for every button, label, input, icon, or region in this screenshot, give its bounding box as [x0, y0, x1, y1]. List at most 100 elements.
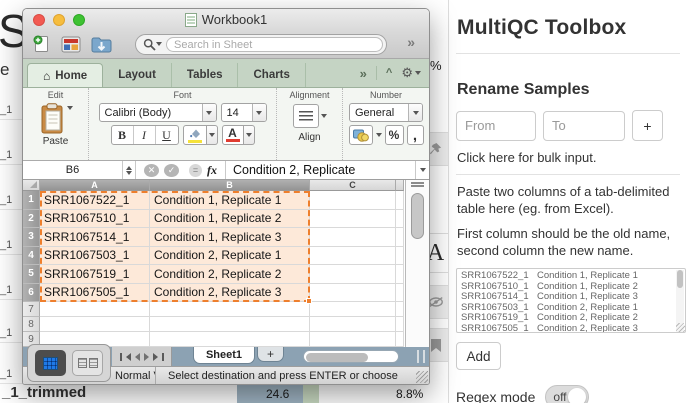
cell-c3[interactable]	[310, 228, 396, 247]
search-scope-caret-icon[interactable]	[156, 42, 162, 49]
insert-function-button[interactable]: fx	[207, 163, 217, 178]
window-resize-grip[interactable]	[416, 371, 428, 383]
previous-sheet-icon[interactable]	[135, 353, 140, 361]
name-box-stepper[interactable]	[123, 161, 136, 179]
name-box[interactable]: B6	[23, 161, 123, 179]
cell-a7[interactable]	[40, 302, 150, 317]
fill-color-caret[interactable]	[207, 125, 218, 145]
pane-split-grip[interactable]	[417, 350, 425, 363]
tab-overflow-icon[interactable]: »	[360, 66, 367, 81]
tab-layout[interactable]: Layout	[103, 63, 172, 87]
last-sheet-icon[interactable]	[153, 353, 158, 361]
cell-a4[interactable]: SRR1067503_1	[40, 247, 150, 266]
rename-from-input[interactable]	[456, 111, 536, 141]
cell-c2[interactable]	[310, 210, 396, 229]
vertical-scrollbar-thumb[interactable]	[411, 193, 424, 239]
cell-b4[interactable]: Condition 2, Replicate 1	[150, 247, 310, 266]
vertical-scrollbar[interactable]	[405, 180, 429, 347]
font-size-caret[interactable]	[252, 104, 266, 121]
cell-c9[interactable]	[310, 332, 396, 347]
minimize-window-button[interactable]	[53, 14, 65, 26]
percent-format-button[interactable]: %	[385, 125, 404, 145]
cell-b6[interactable]: Condition 2, Replicate 3	[150, 284, 310, 303]
column-header-b[interactable]: B	[150, 180, 310, 191]
normal-view-button[interactable]	[35, 350, 66, 376]
tab-charts[interactable]: Charts	[238, 63, 305, 87]
cell-b2[interactable]: Condition 1, Replicate 2	[150, 210, 310, 229]
formula-bar-value[interactable]: Condition 2, Replicate	[226, 163, 415, 177]
collapse-ribbon-icon[interactable]: ^	[386, 67, 392, 79]
currency-format-button[interactable]	[349, 125, 373, 145]
row-header[interactable]: 2	[23, 210, 40, 229]
cancel-entry-button[interactable]: ✕	[144, 164, 159, 177]
currency-caret-icon[interactable]	[376, 133, 382, 140]
row-header[interactable]: 7	[23, 302, 40, 317]
italic-button[interactable]: I	[134, 126, 156, 144]
tab-tables[interactable]: Tables	[172, 63, 239, 87]
comma-format-button[interactable]: ,	[407, 125, 424, 145]
first-sheet-icon[interactable]	[120, 353, 122, 361]
accept-entry-button[interactable]: ✓	[164, 164, 179, 177]
paste-button[interactable]	[39, 103, 73, 135]
row-header[interactable]: 6	[23, 284, 40, 303]
underline-button[interactable]: U	[156, 126, 178, 144]
font-size-select[interactable]: 14	[221, 103, 267, 122]
cell-b1[interactable]: Condition 1, Replicate 1	[150, 191, 310, 210]
tab-home[interactable]: ⌂ Home	[27, 63, 103, 87]
sheet-tab-sheet1[interactable]: Sheet1	[193, 347, 255, 364]
cell-a5[interactable]: SRR1067519_1	[40, 265, 150, 284]
number-format-caret[interactable]	[408, 104, 422, 121]
last-sheet-icon[interactable]	[162, 353, 164, 361]
cell-b8[interactable]	[150, 317, 310, 332]
column-header-a[interactable]: A	[40, 180, 150, 191]
column-header-c[interactable]: C	[310, 180, 396, 191]
ribbon-settings-button[interactable]: ⚙	[401, 65, 421, 81]
cell-b5[interactable]: Condition 2, Replicate 2	[150, 265, 310, 284]
number-format-select[interactable]: General	[349, 103, 423, 122]
cell-c4[interactable]	[310, 247, 396, 266]
open-file-button[interactable]	[91, 36, 112, 53]
toolbar-overflow-icon[interactable]: »	[407, 34, 415, 50]
cell-c8[interactable]	[310, 317, 396, 332]
bulk-rename-textarea[interactable]: SRR1067522_1Condition 1, Replicate 1 SRR…	[456, 268, 686, 333]
cell-c1[interactable]	[310, 191, 396, 210]
bold-button[interactable]: B	[112, 126, 134, 144]
cell-a8[interactable]	[40, 317, 150, 332]
next-sheet-icon[interactable]	[144, 353, 149, 361]
window-titlebar[interactable]: Workbook1	[23, 9, 429, 30]
formula-bar-expand[interactable]	[415, 161, 429, 179]
add-rename-pair-button[interactable]: +	[632, 110, 663, 141]
row-header[interactable]: 4	[23, 247, 40, 266]
cell-c5[interactable]	[310, 265, 396, 284]
row-header[interactable]: 1	[23, 191, 40, 210]
rename-to-input[interactable]	[543, 111, 625, 141]
textarea-resize-grip[interactable]	[676, 323, 685, 332]
font-name-caret[interactable]	[202, 104, 216, 121]
cell-b7[interactable]	[150, 302, 310, 317]
cell-a3[interactable]: SRR1067514_1	[40, 228, 150, 247]
add-button[interactable]: Add	[456, 342, 501, 370]
add-sheet-button[interactable]: +	[257, 347, 284, 362]
font-color-button[interactable]: A	[222, 125, 244, 145]
fill-color-button[interactable]	[183, 125, 207, 145]
zoom-window-button[interactable]	[73, 14, 85, 26]
cell-b9[interactable]	[150, 332, 310, 347]
row-header[interactable]: 5	[23, 265, 40, 284]
textarea-scrollbar-thumb[interactable]	[677, 270, 683, 288]
cell-c6[interactable]	[310, 284, 396, 303]
select-all-corner[interactable]	[23, 180, 40, 191]
font-name-select[interactable]: Calibri (Body)	[99, 103, 217, 122]
bulk-input-link[interactable]: Click here for bulk input.	[457, 150, 680, 165]
previous-sheet-icon[interactable]	[126, 353, 131, 361]
search-field[interactable]: Search in Sheet	[135, 34, 387, 55]
sheet-nav-buttons[interactable]	[112, 347, 172, 366]
equals-icon[interactable]: =	[189, 164, 202, 177]
cell-a6[interactable]: SRR1067505_1	[40, 284, 150, 303]
horizontal-scrollbar-thumb[interactable]	[306, 353, 368, 362]
align-button[interactable]	[293, 104, 327, 128]
horizontal-scrollbar[interactable]	[303, 350, 399, 363]
cell-b3[interactable]: Condition 1, Replicate 3	[150, 228, 310, 247]
row-header[interactable]: 8	[23, 317, 40, 332]
close-window-button[interactable]	[33, 14, 45, 26]
cell-a2[interactable]: SRR1067510_1	[40, 210, 150, 229]
